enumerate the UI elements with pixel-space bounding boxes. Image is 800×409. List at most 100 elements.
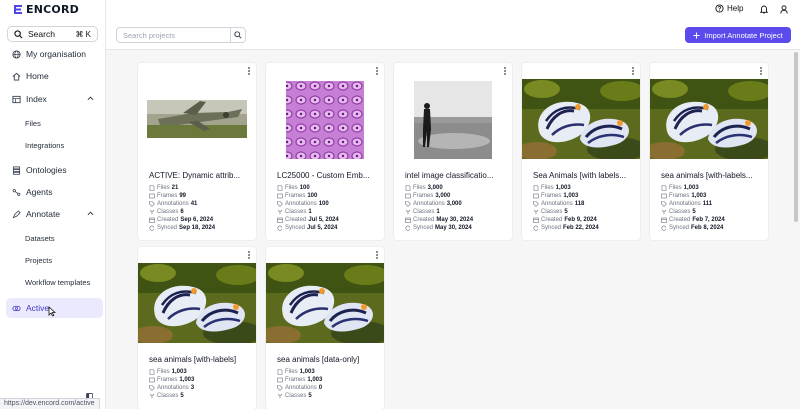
project-title[interactable]: sea animals [data-only]	[277, 355, 381, 364]
project-card[interactable]: LC25000 - Custom Emb... Files 100 Frames…	[266, 63, 384, 240]
project-card[interactable]: intel image classificatio... Files 3,000…	[394, 63, 512, 240]
file-icon	[277, 185, 283, 191]
stat-label: Synced	[541, 225, 562, 231]
stat-label: Annotations	[285, 385, 317, 391]
project-title[interactable]: ACTIVE: Dynamic attrib...	[149, 171, 253, 180]
files-stat: Files 1,003	[533, 185, 571, 191]
classes-count: 5	[180, 393, 184, 399]
frames-stat: Frames 1,003	[277, 377, 322, 383]
global-search-button[interactable]: Search ⌘ K	[7, 26, 98, 42]
plus-icon	[693, 31, 700, 39]
sidebar-item-files[interactable]: Files	[25, 119, 41, 128]
stat-label: Synced	[285, 225, 306, 231]
more-options-icon[interactable]	[759, 66, 763, 76]
sidebar-item-ontologies[interactable]: Ontologies	[0, 161, 106, 179]
created-stat: Created Feb 7, 2024	[661, 217, 725, 223]
stat-label: Classes	[285, 393, 307, 399]
scrollbar-thumb[interactable]	[794, 52, 798, 222]
stat-label: Frames	[285, 377, 306, 383]
project-thumbnail	[394, 79, 512, 159]
created-stat: Created Jul 5, 2024	[277, 217, 339, 223]
annotations-count: 100	[318, 201, 329, 207]
stat-label: Files	[669, 185, 682, 191]
classes-icon	[277, 393, 283, 399]
annotations-stat: Annotations 3	[149, 385, 194, 391]
sidebar-item-agents[interactable]: Agents	[0, 183, 106, 201]
more-options-icon[interactable]	[247, 250, 251, 260]
file-icon	[661, 185, 667, 191]
sync-icon	[661, 225, 667, 231]
project-card[interactable]: sea animals [with-labels] Files 1,003 Fr…	[138, 247, 256, 409]
sidebar-item-projects[interactable]: Projects	[25, 256, 52, 265]
search-icon	[14, 29, 23, 38]
annotations-count: 118	[574, 201, 585, 207]
help-button[interactable]: Help	[715, 4, 743, 13]
more-options-icon[interactable]	[375, 66, 379, 76]
project-card[interactable]: sea animals [data-only] Files 1,003 Fram…	[266, 247, 384, 409]
annotations-count: 111	[702, 201, 713, 207]
chevron-up-icon[interactable]	[87, 95, 94, 102]
project-card[interactable]: sea animals [with-labels... Files 1,003 …	[650, 63, 768, 240]
home-icon	[12, 72, 21, 81]
stat-label: Files	[285, 185, 298, 191]
frames-count: 1,003	[563, 193, 579, 199]
project-card[interactable]: Sea Animals [with labels... Files 1,003 …	[522, 63, 640, 240]
project-title[interactable]: intel image classificatio...	[405, 171, 509, 180]
stat-label: Classes	[157, 393, 179, 399]
more-options-icon[interactable]	[631, 66, 635, 76]
bell-icon[interactable]	[760, 5, 768, 14]
stat-label: Annotations	[157, 385, 189, 391]
search-icon[interactable]	[234, 31, 242, 39]
stat-label: Created	[285, 217, 307, 223]
sidebar-item-home[interactable]: Home	[0, 67, 106, 85]
more-options-icon[interactable]	[503, 66, 507, 76]
sidebar-item-datasets[interactable]: Datasets	[25, 234, 55, 243]
frames-icon	[149, 377, 155, 383]
tag-icon	[277, 201, 283, 207]
project-title[interactable]: sea animals [with-labels...	[661, 171, 765, 180]
file-icon	[533, 185, 539, 191]
project-search-box[interactable]	[116, 27, 246, 43]
scrollbar[interactable]	[794, 52, 798, 402]
annotations-stat: Annotations 111	[661, 201, 712, 207]
files-count: 1,003	[299, 369, 315, 375]
annotations-stat: Annotations 0	[277, 385, 322, 391]
encord-logo[interactable]: ENCORD	[13, 3, 79, 16]
classes-count: 1	[308, 209, 312, 215]
frames-count: 1,003	[179, 377, 195, 383]
more-options-icon[interactable]	[375, 250, 379, 260]
project-title[interactable]: LC25000 - Custom Emb...	[277, 171, 381, 180]
created-stat: Created May 30, 2024	[405, 217, 473, 223]
classes-icon	[149, 393, 155, 399]
classes-icon	[277, 209, 283, 215]
more-options-icon[interactable]	[247, 66, 251, 76]
classes-count: 5	[308, 393, 312, 399]
annotate-icon	[12, 209, 21, 218]
classes-stat: Classes 5	[533, 209, 568, 215]
search-label: Search	[28, 29, 55, 39]
file-icon	[277, 369, 283, 375]
frames-icon	[149, 193, 155, 199]
chevron-up-icon[interactable]	[87, 210, 94, 217]
stat-label: Synced	[413, 225, 434, 231]
sidebar-item-my-organisation[interactable]: My organisation	[0, 45, 106, 63]
stat-label: Frames	[541, 193, 562, 199]
classes-stat: Classes 6	[149, 209, 184, 215]
sidebar-item-workflow-templates[interactable]: Workflow templates	[25, 278, 90, 287]
user-icon[interactable]	[780, 5, 788, 14]
stat-label: Classes	[157, 209, 179, 215]
sidebar-item-annotate[interactable]: Annotate	[0, 205, 106, 223]
annotations-count: 0	[318, 385, 323, 391]
project-title[interactable]: sea animals [with-labels]	[149, 355, 253, 364]
stat-label: Files	[413, 185, 426, 191]
project-title[interactable]: Sea Animals [with labels...	[533, 171, 637, 180]
project-card[interactable]: ACTIVE: Dynamic attrib... Files 21 Frame…	[138, 63, 256, 240]
sidebar-item-index[interactable]: Index	[0, 90, 106, 108]
created-stat: Created Feb 9, 2024	[533, 217, 597, 223]
sidebar-item-integrations[interactable]: Integrations	[25, 141, 64, 150]
file-icon	[405, 185, 411, 191]
import-annotate-project-button[interactable]: Import Annotate Project	[685, 27, 791, 43]
project-search-input[interactable]	[123, 30, 228, 40]
annotations-stat: Annotations 41	[149, 201, 197, 207]
frames-count: 100	[307, 193, 318, 199]
